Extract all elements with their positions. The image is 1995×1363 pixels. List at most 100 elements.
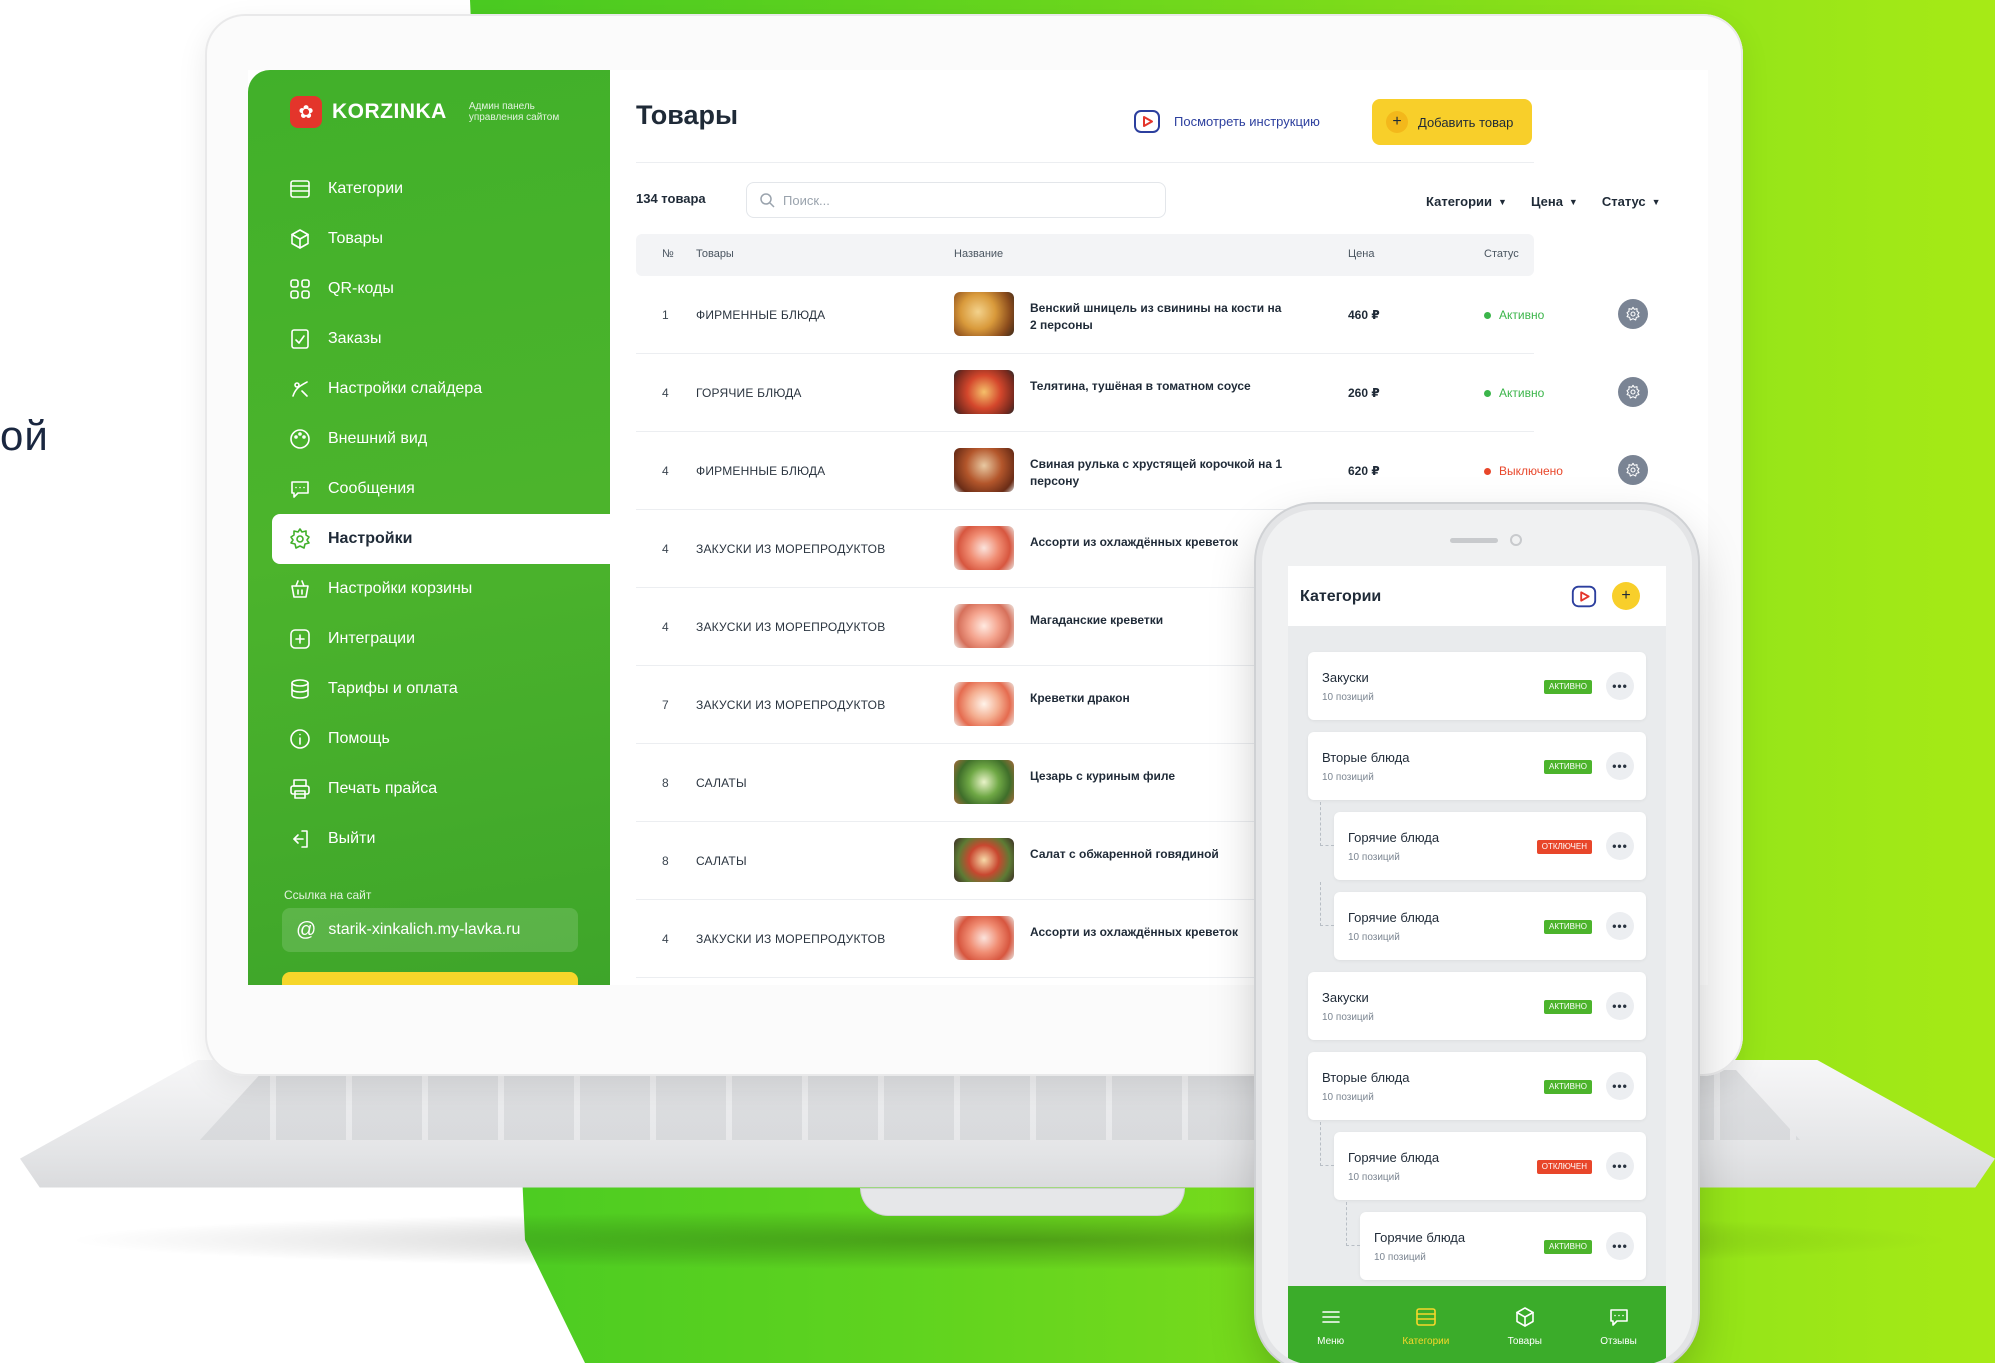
phone-tab-3[interactable]: Товары bbox=[1508, 1305, 1542, 1347]
basket-icon bbox=[286, 575, 314, 603]
table-row[interactable]: 1 ФИРМЕННЫЕ БЛЮДА Венский шницель из сви… bbox=[636, 276, 1648, 354]
sidebar-item-2[interactable]: Товары bbox=[272, 214, 610, 264]
col-name[interactable]: Название bbox=[954, 248, 1003, 260]
brand[interactable]: ✿ KORZINKA Админ панель управления сайто… bbox=[290, 96, 589, 128]
category-card[interactable]: Горячие блюда 10 позиций ОТКЛЮЧЕН ••• bbox=[1334, 812, 1646, 880]
product-thumbnail bbox=[954, 448, 1014, 492]
filter-dropdown-2[interactable]: Цена ▼ bbox=[1531, 194, 1578, 209]
row-product-name[interactable]: Свиная рулька с хрустящей корочкой на 1 … bbox=[1030, 456, 1290, 490]
row-category: САЛАТЫ bbox=[696, 854, 747, 868]
col-category[interactable]: Товары bbox=[696, 248, 734, 260]
sidebar-item-8[interactable]: Настройки bbox=[272, 514, 610, 564]
product-thumbnail bbox=[954, 604, 1014, 648]
row-status: Выключено bbox=[1484, 464, 1563, 478]
phone-tab-2[interactable]: Категории bbox=[1402, 1305, 1449, 1347]
category-card[interactable]: Закуски 10 позиций АКТИВНО ••• bbox=[1308, 972, 1646, 1040]
sidebar-item-3[interactable]: QR-коды bbox=[272, 264, 610, 314]
row-product-name[interactable]: Ассорти из охлаждённых креветок bbox=[1030, 924, 1290, 941]
sidebar-item-7[interactable]: Сообщения bbox=[272, 464, 610, 514]
category-card[interactable]: Вторые блюда 10 позиций АКТИВНО ••• bbox=[1308, 732, 1646, 800]
more-options-button[interactable]: ••• bbox=[1606, 912, 1634, 940]
instruction-link[interactable]: Посмотреть инструкцию bbox=[1132, 106, 1320, 136]
col-status[interactable]: Статус bbox=[1484, 248, 1519, 260]
row-price: 460 ₽ bbox=[1348, 308, 1380, 322]
sidebar-item-6[interactable]: Внешний вид bbox=[272, 414, 610, 464]
row-product-name[interactable]: Венский шницель из свинины на кости на 2… bbox=[1030, 300, 1290, 334]
more-options-button[interactable]: ••• bbox=[1606, 1152, 1634, 1180]
filter-dropdown-1[interactable]: Категории ▼ bbox=[1426, 194, 1507, 209]
more-options-button[interactable]: ••• bbox=[1606, 992, 1634, 1020]
sidebar-item-9[interactable]: Настройки корзины bbox=[272, 564, 610, 614]
table-row[interactable]: 4 ГОРЯЧИЕ БЛЮДА Телятина, тушёная в тома… bbox=[636, 354, 1648, 432]
more-options-button[interactable]: ••• bbox=[1606, 832, 1634, 860]
col-price[interactable]: Цена bbox=[1348, 248, 1374, 260]
row-settings-button[interactable] bbox=[1618, 299, 1648, 329]
category-name: Вторые блюда bbox=[1322, 750, 1410, 765]
sidebar-item-label: Выйти bbox=[328, 830, 376, 847]
more-options-button[interactable]: ••• bbox=[1606, 1072, 1634, 1100]
phone-tab-4[interactable]: Отзывы bbox=[1600, 1305, 1637, 1347]
phone-tab-bar: Меню Категории Товары Отзывы bbox=[1288, 1286, 1666, 1363]
info-icon bbox=[286, 725, 314, 753]
category-card[interactable]: Горячие блюда 10 позиций АКТИВНО ••• bbox=[1360, 1212, 1646, 1280]
row-category: ЗАКУСКИ ИЗ МОРЕПРОДУКТОВ bbox=[696, 620, 886, 634]
product-thumbnail bbox=[954, 916, 1014, 960]
site-link-url: starik-xinkalich.my-lavka.ru bbox=[328, 921, 521, 938]
phone-speaker bbox=[1450, 538, 1498, 543]
category-card[interactable]: Горячие блюда 10 позиций ОТКЛЮЧЕН ••• bbox=[1334, 1132, 1646, 1200]
status-badge: АКТИВНО bbox=[1544, 760, 1592, 774]
search-input[interactable]: Поиск... bbox=[746, 182, 1166, 218]
row-product-name[interactable]: Магаданские креветки bbox=[1030, 612, 1290, 629]
search-icon bbox=[760, 193, 775, 208]
row-settings-button[interactable] bbox=[1618, 377, 1648, 407]
category-count: 10 позиций bbox=[1348, 852, 1400, 863]
sidebar-item-label: Товары bbox=[328, 230, 384, 247]
sidebar-cta-button[interactable] bbox=[282, 972, 578, 985]
sidebar-item-5[interactable]: Настройки слайдера bbox=[272, 364, 610, 414]
status-label: Активно bbox=[1499, 386, 1545, 400]
sidebar-item-4[interactable]: Заказы bbox=[272, 314, 610, 364]
video-instruction-icon[interactable] bbox=[1570, 582, 1598, 610]
sidebar-item-12[interactable]: Помощь bbox=[272, 714, 610, 764]
orders-icon bbox=[286, 325, 314, 353]
table-row[interactable]: 4 ФИРМЕННЫЕ БЛЮДА Свиная рулька с хрустя… bbox=[636, 432, 1648, 510]
row-category: ЗАКУСКИ ИЗ МОРЕПРОДУКТОВ bbox=[696, 698, 886, 712]
category-card[interactable]: Вторые блюда 10 позиций АКТИВНО ••• bbox=[1308, 1052, 1646, 1120]
category-card[interactable]: Закуски 10 позиций АКТИВНО ••• bbox=[1308, 652, 1646, 720]
sidebar-item-label: Печать прайса bbox=[328, 780, 438, 797]
sidebar-item-1[interactable]: Категории bbox=[272, 164, 610, 214]
site-link[interactable]: @ starik-xinkalich.my-lavka.ru bbox=[282, 908, 578, 952]
phone-tab-1[interactable]: Меню bbox=[1317, 1305, 1344, 1347]
status-badge: ОТКЛЮЧЕН bbox=[1536, 1160, 1592, 1174]
row-status: Активно bbox=[1484, 308, 1544, 322]
row-product-name[interactable]: Ассорти из охлаждённых креветок bbox=[1030, 534, 1290, 551]
filter-dropdown-3[interactable]: Статус ▼ bbox=[1602, 194, 1661, 209]
more-options-button[interactable]: ••• bbox=[1606, 672, 1634, 700]
row-category: ФИРМЕННЫЕ БЛЮДА bbox=[696, 464, 826, 478]
row-settings-button[interactable] bbox=[1618, 455, 1648, 485]
sidebar-item-label: Сообщения bbox=[328, 480, 415, 497]
row-product-name[interactable]: Креветки дракон bbox=[1030, 690, 1290, 707]
row-product-name[interactable]: Телятина, тушёная в томатном соусе bbox=[1030, 378, 1290, 395]
row-product-name[interactable]: Цезарь с куриным филе bbox=[1030, 768, 1290, 785]
more-options-button[interactable]: ••• bbox=[1606, 1232, 1634, 1260]
phone-add-button[interactable]: + bbox=[1612, 582, 1640, 610]
row-product-name[interactable]: Салат с обжаренной говядиной bbox=[1030, 846, 1290, 863]
row-number: 4 bbox=[662, 620, 669, 634]
tree-connector bbox=[1346, 1202, 1360, 1246]
more-options-button[interactable]: ••• bbox=[1606, 752, 1634, 780]
sidebar-item-10[interactable]: Интеграции bbox=[272, 614, 610, 664]
site-link-label: Ссылка на сайт bbox=[284, 888, 372, 902]
sidebar-item-11[interactable]: Тарифы и оплата bbox=[272, 664, 610, 714]
video-instruction-icon bbox=[1134, 110, 1160, 133]
category-count: 10 позиций bbox=[1322, 772, 1374, 783]
sidebar-item-label: Тарифы и оплата bbox=[328, 680, 458, 697]
product-thumbnail bbox=[954, 760, 1014, 804]
category-name: Вторые блюда bbox=[1322, 1070, 1410, 1085]
add-product-button[interactable]: + Добавить товар bbox=[1372, 99, 1532, 145]
sidebar-item-13[interactable]: Печать прайса bbox=[272, 764, 610, 814]
sidebar-item-14[interactable]: Выйти bbox=[272, 814, 610, 864]
status-label: Активно bbox=[1499, 308, 1545, 322]
sidebar-item-label: Помощь bbox=[328, 730, 390, 747]
category-card[interactable]: Горячие блюда 10 позиций АКТИВНО ••• bbox=[1334, 892, 1646, 960]
